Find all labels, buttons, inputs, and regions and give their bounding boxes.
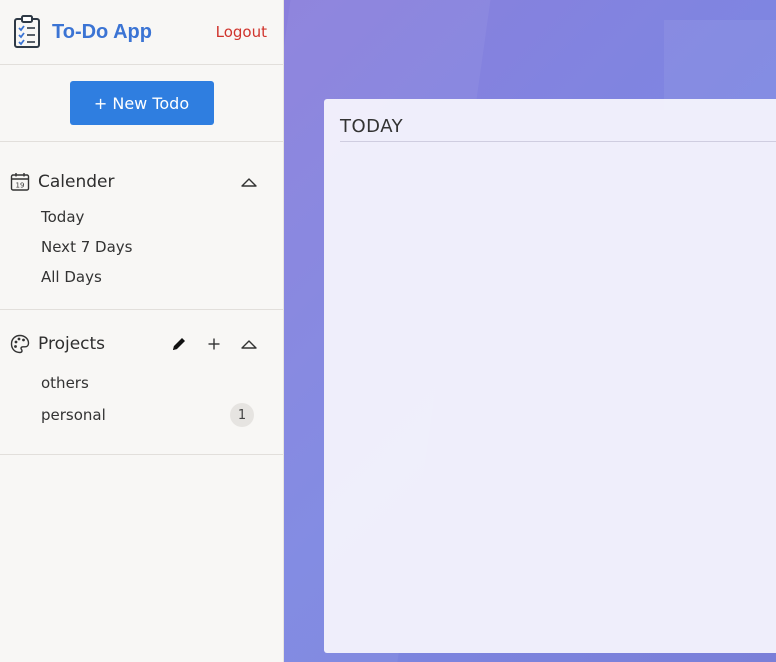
projects-collapse-button[interactable] [237,332,261,356]
projects-section: Projects others personal 1 [0,310,283,455]
new-todo-container: + New Todo [0,65,283,142]
add-project-button[interactable] [202,332,226,356]
calendar-nav-list: Today Next 7 Days All Days [0,202,283,292]
background-shape [664,20,776,110]
main-content: TODAY [284,0,776,662]
chevron-up-icon [241,178,257,187]
project-item-others[interactable]: others [41,367,254,399]
chevron-up-icon [241,340,257,349]
calendar-header[interactable]: 19 Calender [0,170,283,194]
project-item-personal[interactable]: personal 1 [41,399,254,431]
palette-icon [10,334,30,354]
calendar-item-today[interactable]: Today [41,202,283,232]
plus-icon [208,338,220,350]
calendar-item-next-7-days[interactable]: Next 7 Days [41,232,283,262]
pencil-icon [173,338,185,350]
app-header: To-Do App Logout [0,0,283,65]
project-list: others personal 1 [0,367,283,431]
calendar-title: Calender [38,172,115,192]
sidebar: To-Do App Logout + New Todo 19 Calender … [0,0,284,662]
new-todo-button[interactable]: + New Todo [69,81,214,125]
panel-title: TODAY [340,116,776,142]
project-label: personal [41,406,106,424]
todo-panel: TODAY [324,99,776,653]
calendar-section: 19 Calender Today Next 7 Days All Days [0,142,283,310]
project-label: others [41,374,89,392]
edit-projects-button[interactable] [167,332,191,356]
logout-link[interactable]: Logout [216,23,267,41]
app-title: To-Do App [52,20,152,43]
projects-header: Projects [0,332,283,356]
project-count-badge: 1 [230,403,254,427]
calendar-item-all-days[interactable]: All Days [41,262,283,292]
calendar-icon: 19 [10,173,30,191]
calendar-icon-day: 19 [16,182,25,190]
calendar-collapse-button[interactable] [237,170,261,194]
clipboard-checklist-icon [14,15,40,48]
projects-title: Projects [38,334,106,354]
